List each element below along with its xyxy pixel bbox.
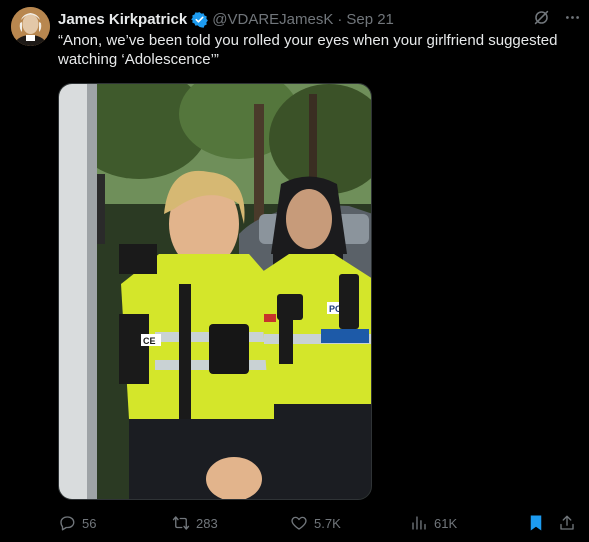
- reply-count: 56: [82, 515, 97, 531]
- bookmark-icon: [530, 515, 542, 531]
- views-button[interactable]: 61K: [410, 512, 457, 534]
- like-count: 5.7K: [314, 515, 341, 531]
- tweet-action-bar: 56 283 5.7K 61K: [58, 512, 580, 534]
- like-button[interactable]: 5.7K: [290, 512, 341, 534]
- retweet-count: 283: [196, 515, 218, 531]
- police-officers-photo: CE PO: [59, 84, 371, 499]
- share-button[interactable]: [558, 512, 576, 534]
- reply-button[interactable]: 56: [58, 512, 96, 534]
- avatar[interactable]: [11, 7, 50, 46]
- views-icon: [412, 516, 426, 530]
- views-count: 61K: [434, 515, 458, 531]
- separator-dot: ·: [337, 10, 343, 28]
- avatar-portrait-image: [11, 7, 50, 46]
- share-icon: [560, 515, 574, 530]
- retweet-button[interactable]: 283: [172, 512, 218, 534]
- vest-badge-left: CE: [143, 336, 156, 346]
- reply-icon: [60, 516, 75, 531]
- verified-badge-icon: [191, 11, 209, 28]
- heart-icon: [291, 516, 307, 530]
- tweet-header: James Kirkpatrick @VDAREJamesK · Sep 21: [58, 9, 581, 29]
- author-handle[interactable]: @VDAREJamesK: [212, 11, 333, 28]
- author-name[interactable]: James Kirkpatrick: [58, 11, 187, 28]
- grok-icon[interactable]: [533, 9, 550, 32]
- more-icon[interactable]: [564, 9, 581, 32]
- bookmark-button[interactable]: [528, 512, 544, 534]
- tweet-date[interactable]: Sep 21: [346, 11, 394, 28]
- tweet-media-photo[interactable]: CE PO: [58, 83, 372, 500]
- retweet-icon: [172, 516, 190, 530]
- tweet-text: “Anon, we’ve been told you rolled your e…: [58, 32, 558, 68]
